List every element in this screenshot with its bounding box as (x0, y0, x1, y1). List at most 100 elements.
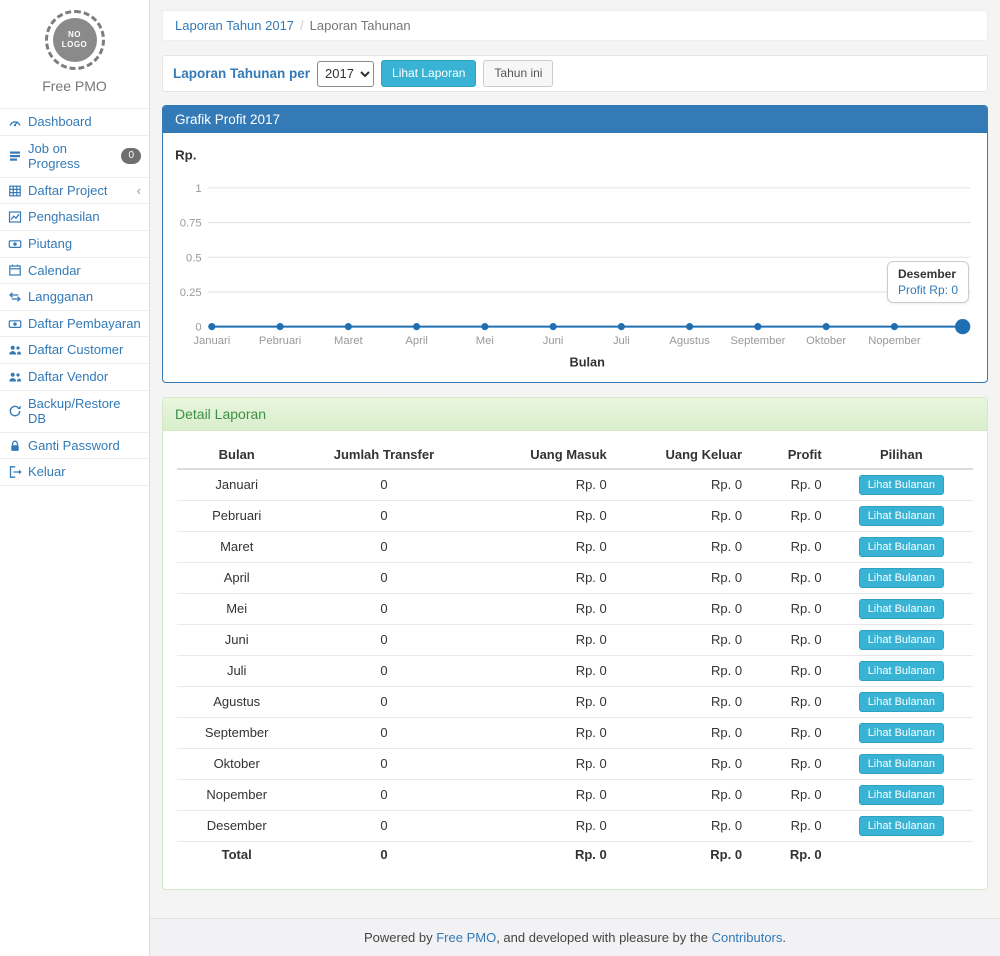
action-cell (830, 841, 973, 867)
svg-text:Bulan: Bulan (570, 354, 605, 369)
profit-cell: Rp. 0 (750, 562, 830, 593)
sidebar-item-penghasilan[interactable]: Penghasilan (0, 204, 149, 231)
lihat-bulanan-button[interactable]: Lihat Bulanan (859, 537, 944, 557)
uang-masuk-cell: Rp. 0 (472, 531, 615, 562)
sidebar-item-job-on-progress[interactable]: Job on Progress 0 (0, 136, 149, 178)
count-badge: 0 (121, 148, 141, 164)
tahun-ini-button[interactable]: Tahun ini (483, 60, 553, 86)
table-row: Desember0Rp. 0Rp. 0Rp. 0Lihat Bulanan (177, 810, 973, 841)
sidebar-item-label: Job on Progress (28, 141, 115, 172)
uang-keluar-cell: Rp. 0 (615, 748, 750, 779)
lihat-bulanan-button[interactable]: Lihat Bulanan (859, 475, 944, 495)
lihat-bulanan-button[interactable]: Lihat Bulanan (859, 568, 944, 588)
uang-keluar-cell: Rp. 0 (615, 531, 750, 562)
detail-laporan-panel: Detail Laporan BulanJumlah TransferUang … (162, 397, 988, 890)
table-row: April0Rp. 0Rp. 0Rp. 0Lihat Bulanan (177, 562, 973, 593)
year-select[interactable]: 2017 (317, 61, 374, 87)
svg-text:Pebruari: Pebruari (259, 335, 301, 347)
action-cell: Lihat Bulanan (830, 562, 973, 593)
logo-text-line1: NO (68, 30, 81, 40)
column-header: Uang Keluar (615, 441, 750, 469)
uang-keluar-cell: Rp. 0 (615, 655, 750, 686)
lihat-bulanan-button[interactable]: Lihat Bulanan (859, 785, 944, 805)
lihat-bulanan-button[interactable]: Lihat Bulanan (859, 692, 944, 712)
action-cell: Lihat Bulanan (830, 624, 973, 655)
sidebar-item-label: Calendar (28, 263, 81, 279)
sidebar-item-calendar[interactable]: Calendar (0, 258, 149, 285)
uang-keluar-cell: Rp. 0 (615, 593, 750, 624)
table-row: Juli0Rp. 0Rp. 0Rp. 0Lihat Bulanan (177, 655, 973, 686)
footer-text: Powered by (364, 930, 436, 945)
sidebar-item-backup-restore-db[interactable]: Backup/Restore DB (0, 391, 149, 433)
sidebar-item-dashboard[interactable]: Dashboard (0, 109, 149, 136)
lihat-bulanan-button[interactable]: Lihat Bulanan (859, 661, 944, 681)
lihat-laporan-button[interactable]: Lihat Laporan (381, 60, 476, 86)
svg-text:1: 1 (195, 183, 201, 195)
users-icon (8, 370, 22, 384)
sidebar-item-label: Daftar Pembayaran (28, 316, 141, 332)
table-row: Agustus0Rp. 0Rp. 0Rp. 0Lihat Bulanan (177, 686, 973, 717)
footer-link-contributors[interactable]: Contributors (712, 930, 783, 945)
svg-text:Rp.: Rp. (175, 147, 196, 162)
uang-masuk-cell: Rp. 0 (472, 748, 615, 779)
month-cell: Oktober (177, 748, 296, 779)
action-cell: Lihat Bulanan (830, 779, 973, 810)
profit-chart-panel: Grafik Profit 2017 Rp.10.750.50.250Janua… (162, 105, 988, 383)
sidebar-item-piutang[interactable]: Piutang (0, 231, 149, 258)
sidebar-item-daftar-vendor[interactable]: Daftar Vendor (0, 364, 149, 391)
sidebar-item-label: Keluar (28, 464, 66, 480)
logo-text-line2: LOGO (62, 40, 88, 50)
profit-cell: Rp. 0 (750, 624, 830, 655)
sidebar-item-label: Daftar Customer (28, 342, 123, 358)
footer-link-free-pmo[interactable]: Free PMO (436, 930, 496, 945)
uang-keluar-cell: Rp. 0 (615, 717, 750, 748)
month-cell: September (177, 717, 296, 748)
no-logo-seal-icon: NO LOGO (45, 10, 105, 70)
tooltip-month: Desember (898, 267, 958, 281)
transfer-count-cell: 0 (296, 593, 471, 624)
chevron-left-icon: ‹ (137, 183, 141, 199)
lihat-bulanan-button[interactable]: Lihat Bulanan (859, 506, 944, 526)
table-row: Maret0Rp. 0Rp. 0Rp. 0Lihat Bulanan (177, 531, 973, 562)
uang-keluar-cell: Rp. 0 (615, 779, 750, 810)
uang-masuk-cell: Rp. 0 (472, 841, 615, 867)
content-area: Laporan Tahun 2017/Laporan Tahunan Lapor… (150, 0, 1000, 918)
sidebar-item-label: Dashboard (28, 114, 92, 130)
lock-icon (8, 439, 22, 453)
transfer-count-cell: 0 (296, 469, 471, 501)
sidebar-item-daftar-customer[interactable]: Daftar Customer (0, 337, 149, 364)
lihat-bulanan-button[interactable]: Lihat Bulanan (859, 630, 944, 650)
uang-keluar-cell: Rp. 0 (615, 810, 750, 841)
sidebar-item-label: Daftar Vendor (28, 369, 108, 385)
breadcrumb-separator: / (300, 18, 304, 33)
sidebar: NO LOGO Free PMO DashboardJob on Progres… (0, 0, 150, 956)
sidebar-item-daftar-project[interactable]: Daftar Project‹ (0, 178, 149, 205)
sidebar-item-ganti-password[interactable]: Ganti Password (0, 433, 149, 460)
sidebar-item-keluar[interactable]: Keluar (0, 459, 149, 486)
svg-text:Agustus: Agustus (669, 335, 710, 347)
uang-masuk-cell: Rp. 0 (472, 810, 615, 841)
year-filter-panel: Laporan Tahunan per 2017 Lihat Laporan T… (162, 55, 988, 92)
profit-cell: Rp. 0 (750, 686, 830, 717)
users-icon (8, 343, 22, 357)
lihat-bulanan-button[interactable]: Lihat Bulanan (859, 723, 944, 743)
profit-cell: Rp. 0 (750, 717, 830, 748)
table-row: Oktober0Rp. 0Rp. 0Rp. 0Lihat Bulanan (177, 748, 973, 779)
profit-cell: Rp. 0 (750, 500, 830, 531)
transfer-count-cell: 0 (296, 779, 471, 810)
detail-panel-title: Detail Laporan (163, 398, 987, 431)
uang-masuk-cell: Rp. 0 (472, 655, 615, 686)
refresh-icon (8, 404, 22, 418)
transfer-count-cell: 0 (296, 500, 471, 531)
svg-text:Oktober: Oktober (806, 335, 846, 347)
uang-masuk-cell: Rp. 0 (472, 779, 615, 810)
sidebar-item-daftar-pembayaran[interactable]: Daftar Pembayaran (0, 311, 149, 338)
lihat-bulanan-button[interactable]: Lihat Bulanan (859, 599, 944, 619)
total-row: Total0Rp. 0Rp. 0Rp. 0 (177, 841, 973, 867)
main-area: Laporan Tahun 2017/Laporan Tahunan Lapor… (150, 0, 1000, 956)
breadcrumb-link[interactable]: Laporan Tahun 2017 (175, 18, 294, 33)
lihat-bulanan-button[interactable]: Lihat Bulanan (859, 754, 944, 774)
sidebar-item-langganan[interactable]: Langganan (0, 284, 149, 311)
month-cell: Juli (177, 655, 296, 686)
chart-panel-title: Grafik Profit 2017 (163, 106, 987, 133)
